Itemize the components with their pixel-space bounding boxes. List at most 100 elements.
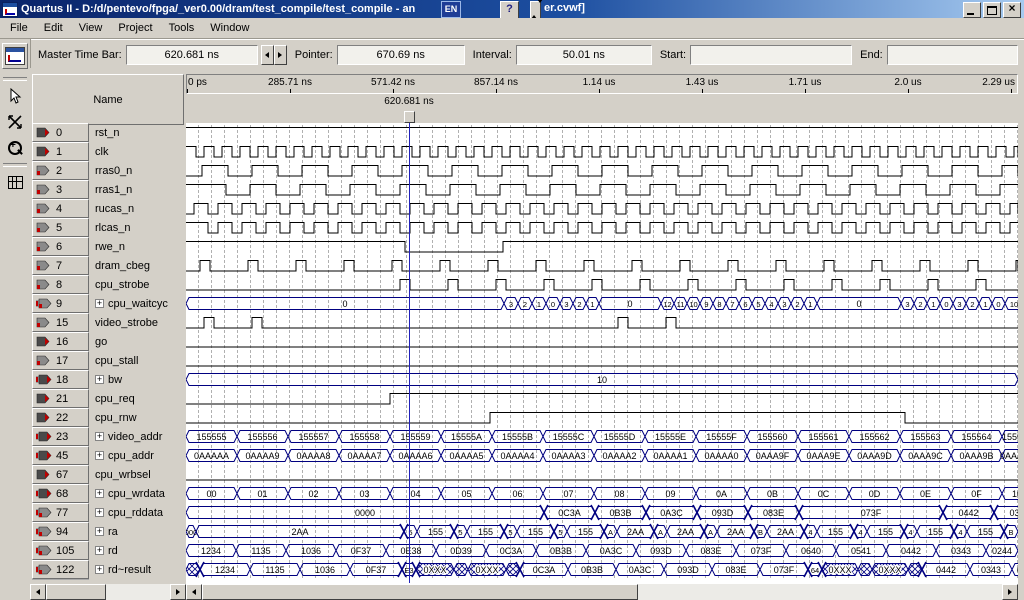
expander-plus[interactable]: +	[95, 432, 104, 441]
signal-number-button[interactable]: 17	[32, 351, 89, 370]
wave-row-bw[interactable]: 10	[186, 370, 1018, 389]
scroll-right-button[interactable]	[1002, 584, 1018, 600]
scroll-right-button[interactable]	[170, 584, 186, 600]
signal-number-button[interactable]: 16	[32, 332, 89, 351]
signal-number-button[interactable]: 45	[32, 446, 89, 465]
signal-number-button[interactable]: 23	[32, 427, 89, 446]
menu-item-window[interactable]: Window	[202, 20, 257, 36]
waveform-hscrollbar[interactable]	[186, 584, 1018, 600]
signal-number-button[interactable]: 9	[32, 294, 89, 313]
wave-row-cpu_req[interactable]	[186, 389, 1018, 408]
close-button[interactable]: ×	[1003, 2, 1021, 18]
wave-row-video_addr[interactable]: 15555515555615555715555815555915555A1555…	[186, 427, 1018, 446]
signal-name-cell[interactable]: rras0_n	[89, 161, 186, 180]
wave-row-cpu_addr[interactable]: 0AAAAA0AAAA90AAAA80AAAA70AAAA60AAAA50AAA…	[186, 446, 1018, 465]
signal-name-cell[interactable]: +cpu_rddata	[89, 503, 186, 522]
signal-name-cell[interactable]: video_strobe	[89, 313, 186, 332]
expander-plus[interactable]: +	[95, 565, 104, 574]
wave-row-clk[interactable]	[186, 142, 1018, 161]
wave-row-rlcas_n[interactable]	[186, 218, 1018, 237]
zoom-tool-button[interactable]	[3, 136, 27, 160]
signal-name-cell[interactable]: +cpu_waitcyc	[89, 294, 186, 313]
wave-row-cpu_rddata[interactable]: 00000C3A0B3B0A3C093D083E073F04420343	[186, 503, 1018, 522]
wave-row-rucas_n[interactable]	[186, 199, 1018, 218]
wave-row-dram_cbeg[interactable]	[186, 256, 1018, 275]
expander-plus[interactable]: +	[95, 546, 104, 555]
signal-name-cell[interactable]: rras1_n	[89, 180, 186, 199]
signal-number-button[interactable]: 1	[32, 142, 89, 161]
expander-plus[interactable]: +	[95, 489, 104, 498]
wave-row-go[interactable]	[186, 332, 1018, 351]
wave-row-rwe_n[interactable]	[186, 237, 1018, 256]
signal-name-cell[interactable]: rlcas_n	[89, 218, 186, 237]
signal-number-button[interactable]: 68	[32, 484, 89, 503]
scroll-left-button[interactable]	[30, 584, 46, 600]
signal-number-button[interactable]: 15	[32, 313, 89, 332]
wave-row-rst_n[interactable]	[186, 123, 1018, 142]
marker-band[interactable]: 620.681 ns	[186, 94, 1018, 123]
menu-item-file[interactable]: File	[2, 20, 36, 36]
signal-name-cell[interactable]: go	[89, 332, 186, 351]
signal-number-button[interactable]: 21	[32, 389, 89, 408]
expander-plus[interactable]: +	[95, 508, 104, 517]
signal-panel-hscrollbar[interactable]	[30, 584, 186, 600]
wave-row-video_strobe[interactable]	[186, 313, 1018, 332]
signal-number-button[interactable]: 67	[32, 465, 89, 484]
wave-row-rd[interactable]: 1234113510360F370E380D390C3A0B3B0A3C093D…	[186, 541, 1018, 560]
master-time-marker-handle[interactable]	[404, 111, 415, 123]
signal-number-button[interactable]: 7	[32, 256, 89, 275]
signal-name-cell[interactable]: cpu_rnw	[89, 408, 186, 427]
wave-row-cpu_strobe[interactable]	[186, 275, 1018, 294]
language-bar-options[interactable]	[530, 1, 541, 19]
wave-row-cpu_waitcyc[interactable]: 03210321012111098765432103210321010	[186, 294, 1018, 313]
signal-number-button[interactable]: 6	[32, 237, 89, 256]
signal-name-cell[interactable]: clk	[89, 142, 186, 161]
signal-number-button[interactable]: 122	[32, 560, 89, 579]
master-time-prev-button[interactable]	[261, 45, 274, 65]
signal-name-cell[interactable]: cpu_strobe	[89, 275, 186, 294]
signal-name-cell[interactable]: cpu_req	[89, 389, 186, 408]
menu-item-view[interactable]: View	[71, 20, 111, 36]
expander-plus[interactable]: +	[95, 375, 104, 384]
menu-item-project[interactable]: Project	[110, 20, 160, 36]
menu-item-tools[interactable]: Tools	[161, 20, 203, 36]
minimize-button[interactable]	[963, 2, 981, 18]
signal-number-button[interactable]: 94	[32, 522, 89, 541]
signal-name-cell[interactable]: rst_n	[89, 123, 186, 142]
expander-plus[interactable]: +	[95, 299, 104, 308]
signal-name-cell[interactable]: cpu_stall	[89, 351, 186, 370]
signal-number-button[interactable]: 77	[32, 503, 89, 522]
signal-number-button[interactable]: 18	[32, 370, 89, 389]
wave-row-cpu_rnw[interactable]	[186, 408, 1018, 427]
signal-number-button[interactable]: 22	[32, 408, 89, 427]
title-bar[interactable]: Quartus II - D:/d/pentevo/fpga/_ver0.00/…	[0, 0, 1024, 18]
edit-tool-button[interactable]	[3, 110, 27, 134]
scrollbar-thumb[interactable]	[202, 584, 638, 600]
scroll-left-button[interactable]	[186, 584, 202, 600]
waveform-editor-button[interactable]	[2, 43, 28, 69]
wave-row-cpu_wrdata[interactable]: 000102030405060708090A0B0C0D0E0F10	[186, 484, 1018, 503]
signal-number-button[interactable]: 5	[32, 218, 89, 237]
time-ruler[interactable]: 0 ps285.71 ns571.42 ns857.14 ns1.14 us1.…	[186, 74, 1018, 94]
full-view-tool-button[interactable]	[3, 170, 27, 194]
signal-number-button[interactable]: 8	[32, 275, 89, 294]
signal-name-cell[interactable]: rucas_n	[89, 199, 186, 218]
selection-tool-button[interactable]	[3, 84, 27, 108]
wave-row-rd~result[interactable]: 1234113510360F37E30XXX0XXX0C3A0B3B0A3C09…	[186, 560, 1018, 579]
master-time-next-button[interactable]	[274, 45, 287, 65]
signal-number-button[interactable]: 3	[32, 180, 89, 199]
master-time-bar-value[interactable]: 620.681 ns	[126, 45, 258, 65]
wave-row-cpu_wrbsel[interactable]	[186, 465, 1018, 484]
signal-name-cell[interactable]: +ra	[89, 522, 186, 541]
signal-number-button[interactable]: 4	[32, 199, 89, 218]
wave-row-rras0_n[interactable]	[186, 161, 1018, 180]
signal-name-cell[interactable]: +video_addr	[89, 427, 186, 446]
signal-name-cell[interactable]: +rd~result	[89, 560, 186, 579]
wave-row-rras1_n[interactable]	[186, 180, 1018, 199]
signal-name-cell[interactable]: +cpu_addr	[89, 446, 186, 465]
scrollbar-thumb[interactable]	[46, 584, 106, 600]
wave-row-ra[interactable]: 0002AA5155515551555155A2AAA2AAA2AAB2AA41…	[186, 522, 1018, 541]
signal-number-button[interactable]: 105	[32, 541, 89, 560]
signal-number-button[interactable]: 0	[32, 123, 89, 142]
wave-row-cpu_stall[interactable]	[186, 351, 1018, 370]
